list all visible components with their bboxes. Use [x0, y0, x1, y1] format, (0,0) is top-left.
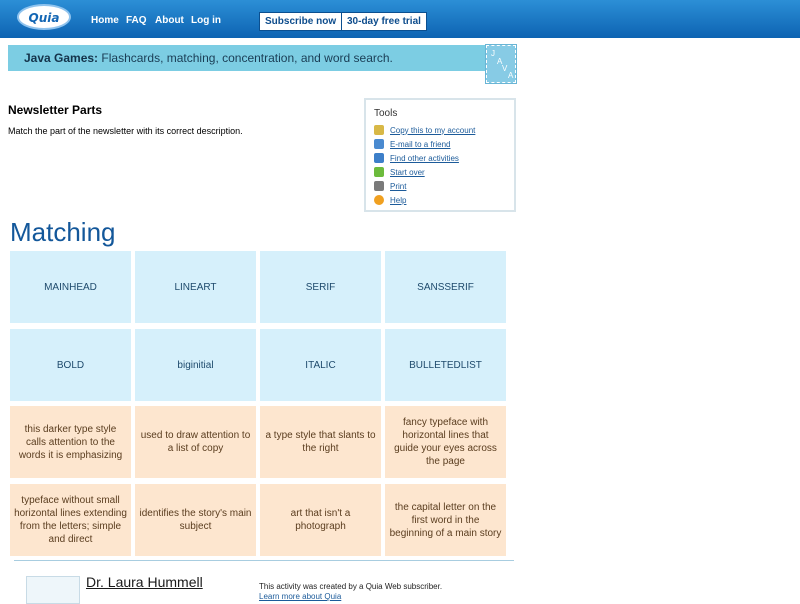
tools-panel: Tools Copy this to my account E-mail to … — [364, 98, 516, 212]
nav-faq-link[interactable]: FAQ — [126, 15, 147, 26]
matching-heading: Matching — [10, 217, 116, 247]
term-card[interactable]: MAINHEAD — [10, 251, 131, 323]
activity-description: Match the part of the newsletter with it… — [8, 126, 243, 136]
footer-note: This activity was created by a Quia Web … — [259, 582, 443, 591]
nav-about-link[interactable]: About — [155, 15, 184, 26]
tool-label: Copy this to my account — [390, 125, 476, 135]
definition-card[interactable]: the capital letter on the first word in … — [385, 484, 506, 556]
banner-desc: Flashcards, matching, concentration, and… — [98, 51, 393, 65]
activity-title: Newsletter Parts — [8, 103, 103, 117]
search-icon — [374, 153, 384, 163]
quia-logo[interactable]: Quia — [17, 4, 71, 30]
tool-label: Help — [390, 195, 407, 205]
term-card[interactable]: LINEART — [135, 251, 256, 323]
tool-label: Start over — [390, 167, 425, 177]
term-card[interactable]: BULLETEDLIST — [385, 329, 506, 401]
tool-find[interactable]: Find other activities — [374, 152, 459, 164]
java-games-banner[interactable]: Java Games: Flashcards, matching, concen… — [8, 45, 516, 71]
definition-card[interactable]: identifies the story's main subject — [135, 484, 256, 556]
term-card[interactable]: ITALIC — [260, 329, 381, 401]
rewind-icon — [374, 167, 384, 177]
free-trial-button[interactable]: 30-day free trial — [341, 12, 427, 31]
copy-icon — [374, 125, 384, 135]
logo-text: Quia — [28, 11, 60, 25]
java-badge-icon: J A V A — [485, 44, 517, 84]
footer-divider — [14, 560, 514, 561]
nav-home-link[interactable]: Home — [91, 15, 119, 26]
term-card[interactable]: SANSSERIF — [385, 251, 506, 323]
badge-letter: A — [508, 71, 514, 80]
subscribe-button[interactable]: Subscribe now — [259, 12, 343, 31]
tool-label: Print — [390, 181, 407, 191]
print-icon — [374, 181, 384, 191]
tool-label: E-mail to a friend — [390, 139, 451, 149]
tool-email[interactable]: E-mail to a friend — [374, 138, 450, 150]
banner-text: Java Games: Flashcards, matching, concen… — [24, 51, 393, 65]
definition-card[interactable]: this darker type style calls attention t… — [10, 406, 131, 478]
banner-bold: Java Games: — [24, 51, 99, 65]
term-card[interactable]: biginitial — [135, 329, 256, 401]
definition-card[interactable]: used to draw attention to a list of copy — [135, 406, 256, 478]
tools-title: Tools — [374, 108, 398, 119]
tool-start-over[interactable]: Start over — [374, 166, 425, 178]
email-icon — [374, 139, 384, 149]
tool-label: Find other activities — [390, 153, 459, 163]
top-nav-bar: Quia Home FAQ About Log in Subscribe now… — [0, 0, 800, 38]
tool-copy[interactable]: Copy this to my account — [374, 124, 475, 136]
badge-letter: V — [502, 64, 508, 73]
definition-card[interactable]: art that isn't a photograph — [260, 484, 381, 556]
term-card[interactable]: BOLD — [10, 329, 131, 401]
nav-login-link[interactable]: Log in — [191, 15, 221, 26]
author-name-link[interactable]: Dr. Laura Hummell — [86, 574, 203, 590]
help-icon — [374, 195, 384, 205]
badge-letter: J — [491, 49, 495, 58]
definition-card[interactable]: typeface without small horizontal lines … — [10, 484, 131, 556]
tool-help[interactable]: Help — [374, 194, 406, 206]
term-card[interactable]: SERIF — [260, 251, 381, 323]
definition-card[interactable]: fancy typeface with horizontal lines tha… — [385, 406, 506, 478]
definition-card[interactable]: a type style that slants to the right — [260, 406, 381, 478]
tool-print[interactable]: Print — [374, 180, 406, 192]
